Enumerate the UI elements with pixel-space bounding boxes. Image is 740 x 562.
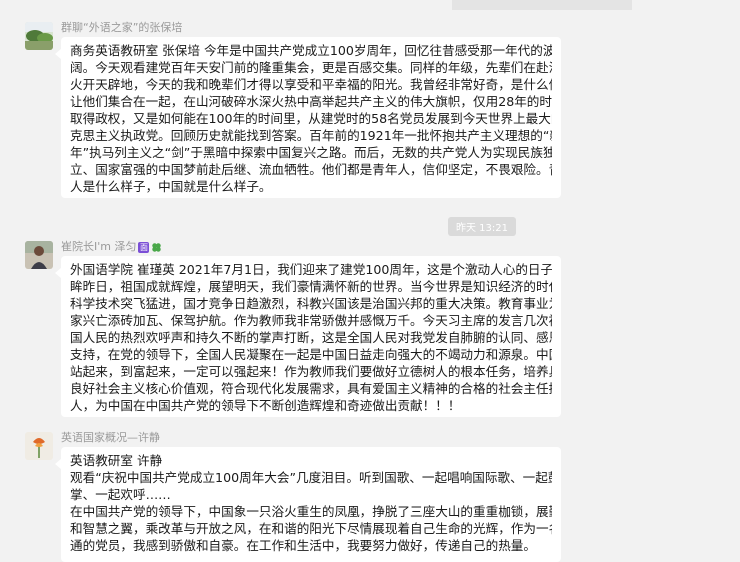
sender-name: 英语国家概况—许静	[61, 431, 160, 444]
message-bubble[interactable]: 外国语学院 崔瑾英 2021年7月1日，我们迎来了建党100周年，这是个激动人心…	[55, 256, 561, 417]
scroll-top-bar	[452, 0, 632, 10]
message-line: 国人民的热烈欢呼声和持久不断的掌声打断，这是全国人民对我党发自肺腑的认同、感恩和	[70, 330, 552, 345]
sender-name-text: 崔院长I'm 泽匀	[61, 240, 137, 253]
message-bubble[interactable]: 商务英语教研室 张保培 今年是中国共产党成立100岁周年，回忆往昔感受那一年代的…	[55, 37, 561, 198]
avatar[interactable]	[25, 241, 53, 269]
clover-icon	[152, 242, 162, 252]
message-line: 让他们集合在一起，在山河破碎水深火热中高举起共产主义的伟大旗帜，仅用28年的时间…	[70, 94, 552, 109]
message-line: 眸昨日，祖国成就辉煌，展望明天，我们豪情满怀新的世界。当今世界是知识经济的时代，	[70, 279, 552, 294]
message-line: 和智慧之翼，乘改革与开放之风，在和谐的阳光下尽情展现着自己生命的光辉，作为一名普	[70, 521, 552, 536]
message-line: 人，为中国在中国共产党的领导下不断创造辉煌和奇迹做出贡献！！！	[70, 398, 461, 413]
avatar-flower-icon	[25, 432, 53, 460]
sender-name: 崔院长I'm 泽匀面	[61, 238, 162, 254]
message-line: 站起来，到富起来，一定可以强起来！作为教师我们要做好立德树人的根本任务，培养具有	[70, 364, 552, 379]
message-line: 取得政权，又是如何能在100年的时间里，从建党时的58名党员发展到今天世界上最大…	[70, 111, 552, 126]
message-line: 阔。今天观看建党百年天安门前的隆重集会，更是百感交集。同样的年级，先辈们在赴汤蹈	[70, 60, 552, 75]
message-line: 火开天辟地，今天的我和晚辈们才得以享受和平幸福的阳光。我曾经非常好奇，是什么信念	[70, 77, 552, 92]
avatar-person-icon	[25, 241, 53, 269]
avatar[interactable]	[25, 432, 53, 460]
message-line: 在中国共产党的领导下，中国象一只浴火重生的凤凰，挣脱了三座大山的重重枷锁，展勤劳	[70, 504, 552, 519]
badge-icon: 面	[138, 241, 150, 253]
message-bubble[interactable]: 英语教研室 许静 观看“庆祝中国共产党成立100周年大会”几度泪目。听到国歌、一…	[55, 447, 561, 562]
message-line: 观看“庆祝中国共产党成立100周年大会”几度泪目。听到国歌、一起唱响国际歌、一起…	[70, 470, 552, 485]
message-line: 克思主义执政党。回顾历史就能找到答案。百年前的1921年一批怀抱共产主义理想的“…	[70, 128, 552, 143]
message-line: 年”执马列主义之“剑”于黑暗中探索中国复兴之路。而后，无数的共产党人为实现民族独	[70, 145, 552, 160]
message-line: 商务英语教研室 张保培 今年是中国共产党成立100岁周年，回忆往昔感受那一年代的…	[70, 43, 552, 58]
message-line: 支持，在党的领导下，全国人民凝聚在一起是中国日益走向强大的不竭动力和源泉。中国从	[70, 347, 552, 362]
message-line: 人是什么样子，中国就是什么样子。	[70, 179, 272, 194]
message-line: 掌、一起欢呼……	[70, 487, 171, 502]
sender-name: 群聊“外语之家”的张保培	[61, 21, 183, 34]
message-line: 家兴亡添砖加瓦、保驾护航。作为教师我非常骄傲并感慨万千。今天习主席的发言几次被全	[70, 313, 552, 328]
message-line: 立、国家富强的中国梦前赴后继、流血牺牲。他们都是青年人，信仰坚定，不畏艰险。青年	[70, 162, 552, 177]
message-line: 英语教研室 许静	[70, 453, 163, 468]
message-line: 外国语学院 崔瑾英 2021年7月1日，我们迎来了建党100周年，这是个激动人心…	[70, 262, 552, 277]
message-line: 通的党员，我感到骄傲和自豪。在工作和生活中，我要努力做好，传递自己的热量。	[70, 538, 536, 553]
message-line: 良好社会主义核心价值观，符合现代化发展需求，具有爱国主义精神的合格的社会主任接班	[70, 381, 552, 396]
message-line: 科学技术突飞猛进，国才竞争日趋激烈，科教兴国该是治国兴邦的重大决策。教育事业为国	[70, 296, 552, 311]
avatar[interactable]	[25, 22, 53, 50]
avatar-landscape-icon	[25, 22, 53, 50]
timestamp-badge: 昨天 13:21	[448, 217, 516, 236]
